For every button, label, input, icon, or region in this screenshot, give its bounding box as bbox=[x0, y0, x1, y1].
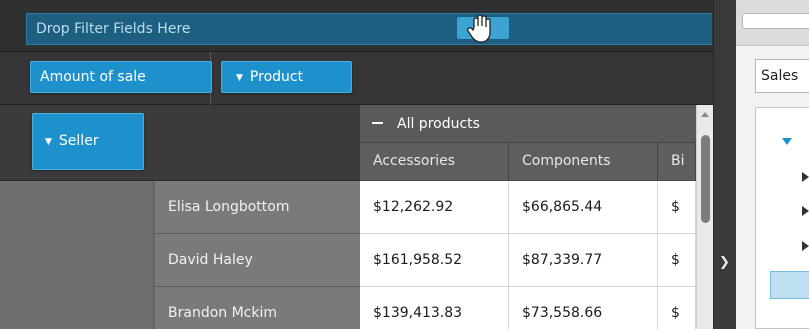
cube-select[interactable]: Sales bbox=[755, 59, 809, 93]
data-cell[interactable]: $ bbox=[658, 287, 696, 329]
column-field-chip[interactable]: ▼ Product bbox=[221, 61, 352, 93]
data-cell[interactable]: $161,958.52 bbox=[360, 234, 509, 287]
field-list-panel: Sales bbox=[736, 0, 809, 329]
tree-node-icon[interactable] bbox=[802, 241, 809, 251]
tree-node-icon[interactable] bbox=[802, 206, 809, 216]
tree-node-icon[interactable] bbox=[802, 172, 809, 182]
filter-icon[interactable]: ▼ bbox=[45, 131, 52, 153]
scrollbar-thumb[interactable] bbox=[701, 135, 710, 223]
vertical-scrollbar[interactable] bbox=[696, 105, 713, 329]
data-field-chip[interactable]: Amount of sale bbox=[30, 61, 212, 93]
column-header[interactable]: Components bbox=[509, 143, 658, 181]
row-header[interactable]: Brandon Mckim bbox=[155, 287, 360, 329]
scroll-up-icon[interactable] bbox=[701, 112, 709, 117]
row-header[interactable]: Elisa Longbottom bbox=[155, 181, 360, 234]
data-cell[interactable]: $ bbox=[658, 181, 696, 234]
collapse-minus-icon[interactable] bbox=[372, 122, 383, 124]
filter-drop-zone[interactable]: Drop Filter Fields Here bbox=[26, 13, 712, 45]
panel-splitter[interactable]: ❯ bbox=[713, 0, 736, 329]
panel-toolbar bbox=[736, 0, 809, 46]
column-header[interactable]: Accessories bbox=[360, 143, 509, 181]
filter-icon[interactable]: ▼ bbox=[236, 63, 243, 93]
row-header[interactable]: David Haley bbox=[155, 234, 360, 287]
column-group-header[interactable]: All products bbox=[360, 105, 696, 143]
column-header[interactable]: Bi bbox=[658, 143, 696, 181]
row-header-blank bbox=[0, 181, 154, 329]
data-cell[interactable]: $73,558.66 bbox=[509, 287, 658, 329]
panel-search-input[interactable] bbox=[742, 13, 809, 29]
data-cell[interactable]: $139,413.83 bbox=[360, 287, 509, 329]
data-cell[interactable]: $ bbox=[658, 234, 696, 287]
tree-expand-icon[interactable] bbox=[782, 138, 792, 145]
row-field-label: Seller bbox=[58, 133, 99, 149]
column-group-label: All products bbox=[397, 116, 480, 132]
data-field-label: Amount of sale bbox=[40, 69, 146, 85]
pivot-grid: Drop Filter Fields Here e Amount of sale… bbox=[0, 0, 713, 329]
row-field-chip[interactable]: ▼ Seller bbox=[32, 113, 144, 170]
data-cell[interactable]: $66,865.44 bbox=[509, 181, 658, 234]
field-tree bbox=[755, 107, 809, 329]
data-cell[interactable]: $12,262.92 bbox=[360, 181, 509, 234]
hand-cursor-icon bbox=[467, 14, 491, 43]
column-field-label: Product bbox=[249, 69, 304, 85]
tree-selected-item[interactable] bbox=[770, 271, 809, 299]
chevron-right-icon[interactable]: ❯ bbox=[719, 255, 730, 270]
data-cell[interactable]: $87,339.77 bbox=[509, 234, 658, 287]
